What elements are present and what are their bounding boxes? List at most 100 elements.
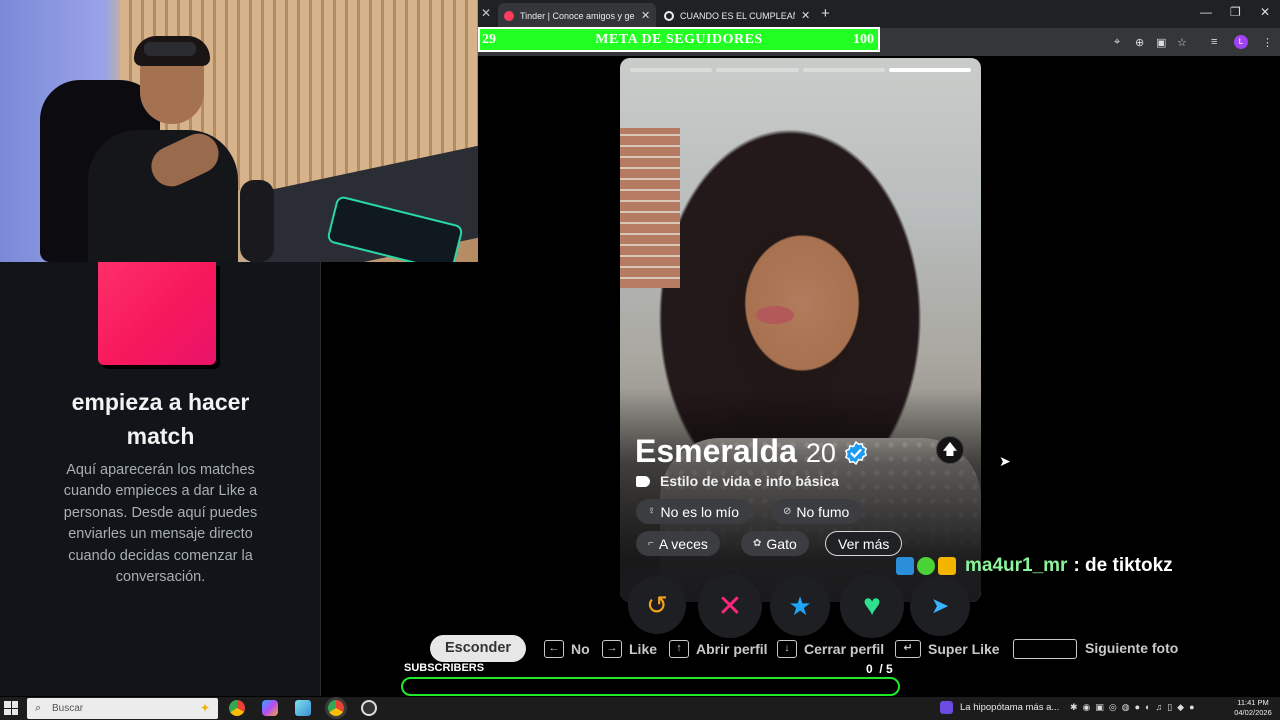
hint-label: No [571,641,590,657]
windows-taskbar: ⌕ Buscar ✦ La hipopótama más a... ✱◉▣◎◍●… [0,697,1280,720]
goal-title: META DE SEGUIDORES [595,32,763,47]
subs-current: 0 [866,662,873,676]
tab-close-icon[interactable]: ✕ [481,6,491,20]
windows-start-icon[interactable] [4,701,18,715]
screen: empieza a hacer match Aquí aparecerán lo… [0,0,1280,720]
open-profile-button[interactable]: 🡅 [936,436,964,464]
mouse-cursor-icon: ➤ [999,453,1011,469]
subscribers-progress-bar [401,677,900,696]
tab-label: CUANDO ES EL CUMPLEAÑOS [680,10,795,21]
boost-button[interactable]: ➤ [910,576,970,636]
search-placeholder: Buscar [52,703,84,714]
lifestyle-section-label: Estilo de vida e info básica [636,473,839,489]
photo-progress-segment [716,68,799,72]
hint-label: Abrir perfil [696,641,768,657]
nope-button[interactable]: ✕ [698,574,762,638]
tinder-favicon-icon [504,10,514,21]
follower-goal-bar: 29 META DE SEGUIDORES 100 [478,27,880,52]
photo-progress [630,68,971,72]
browser-tabstrip: ✕ Tinder | Conoce amigos y gente ✕ CUAND… [478,0,1280,28]
pet-icon: ✿ [753,538,762,549]
taskbar-news[interactable]: La hipopótama más a... [940,701,1059,714]
keyboard-hints-bar: Esconder ← No → Like ↑ Abrir perfil ↓ Cerrar… [0,634,1280,664]
hint-next-photo: Siguiente foto [1085,640,1179,656]
empty-matches-title: empieza a hacer match [71,389,250,449]
tab-close-icon[interactable]: ✕ [801,9,810,22]
profile-age: 20 [805,438,836,468]
zoom-icon[interactable]: ⊕ [1135,36,1144,49]
media-icon[interactable]: ≡ [1211,36,1217,48]
chip-pets: ✿ Gato [741,531,809,556]
chip-zodiac: ☿ No es lo mío [636,499,752,524]
tag-icon [636,475,650,487]
tab-tinder[interactable]: Tinder | Conoce amigos y gente ✕ [498,3,656,28]
tab-birthday[interactable]: CUANDO ES EL CUMPLEAÑOS ✕ [658,3,820,28]
taskbar-search[interactable]: ⌕ Buscar ✦ [27,698,218,719]
chat-message: : de tiktokz [1073,555,1173,576]
subscribers-label: SUBSCRIBERS [404,662,485,674]
chip-smoking: ⊘ No fumo [771,499,862,524]
location-icon[interactable]: ⌖ [1114,36,1120,49]
hint-close-profile: ↓ Cerrar perfil [777,640,884,658]
news-headline: La hipopótama más a... [960,702,1060,713]
arrow-left-key-icon: ← [544,640,564,658]
hint-no: ← No [544,640,590,658]
super-like-button[interactable]: ★ [770,576,830,636]
hint-open-profile: ↑ Abrir perfil [669,640,768,658]
tab-close-icon[interactable]: ✕ [641,9,650,22]
empty-matches-text: Aquí aparecerán los matches cuando empie… [63,462,258,586]
profile-card[interactable]: Esmeralda 20 🡅 Estilo de vida e info bás… [620,58,981,602]
install-icon[interactable]: ▣ [1156,36,1166,49]
subscribers-count: 0 / 5 [866,662,893,676]
minimize-button[interactable]: — [1200,5,1212,19]
like-button[interactable]: ♥ [840,574,904,638]
rewind-icon: ↺ [646,589,668,620]
menu-kebab-icon[interactable]: ⋮ [1262,36,1273,49]
profile-name: Esmeralda [635,433,797,469]
search-icon: ⌕ [35,702,42,714]
close-x-icon: ✕ [717,589,743,623]
profile-avatar-icon[interactable]: L [1234,35,1248,49]
new-tab-button[interactable]: + [821,5,830,22]
chip-label: A veces [658,535,708,552]
chip-drinking: ⌐ A veces [636,531,720,556]
matches-panel: empieza a hacer match Aquí aparecerán lo… [0,262,321,696]
stream-chat-message: ma4ur1_mr : de tiktokz [896,555,1173,577]
enter-key-icon: ↵ [895,640,921,658]
sparkle-icon: ✦ [199,701,210,715]
photo-progress-segment [802,68,885,72]
chip-label: No es lo mío [660,503,740,520]
app-icon[interactable] [295,700,311,716]
drink-icon: ⌐ [648,538,654,549]
restore-button[interactable]: ❐ [1230,5,1241,19]
rewind-button[interactable]: ↺ [628,576,686,634]
hint-super-like: ↵ Super Like [895,640,1000,658]
subs-goal: / 5 [879,662,893,676]
hint-like: → Like [602,640,657,658]
google-favicon-icon [664,10,674,21]
plus-badge-icon [917,557,935,575]
bookmark-star-icon[interactable]: ☆ [1177,36,1187,49]
chat-username: ma4ur1_mr [965,555,1068,576]
system-tray[interactable]: ✱◉▣◎◍●◐♫▯◆● [1070,702,1200,713]
hint-label: Like [629,641,658,657]
badge-icon [896,557,914,575]
hide-hints-button[interactable]: Esconder [430,635,526,662]
verified-badge-icon [844,441,867,465]
see-more-button[interactable]: Ver más [825,531,903,556]
arrow-right-key-icon: → [602,640,622,658]
zodiac-icon: ☿ [648,506,656,517]
crown-badge-icon [938,557,956,575]
obs-icon[interactable] [361,700,377,716]
arrow-up-key-icon: ↑ [669,640,689,658]
clock-date: 04/02/2026 [1234,708,1272,717]
goal-target: 100 [853,32,874,47]
taskbar-clock[interactable]: 11:41 PM 04/02/2026 [1229,698,1277,718]
window-close-button[interactable]: ✕ [1260,5,1270,19]
hint-label: Cerrar perfil [804,641,885,657]
news-icon [940,701,953,714]
chrome-active-icon[interactable] [328,700,344,716]
arrow-down-key-icon: ↓ [777,640,797,658]
chrome-icon[interactable] [229,700,245,716]
copilot-icon[interactable] [262,700,278,716]
